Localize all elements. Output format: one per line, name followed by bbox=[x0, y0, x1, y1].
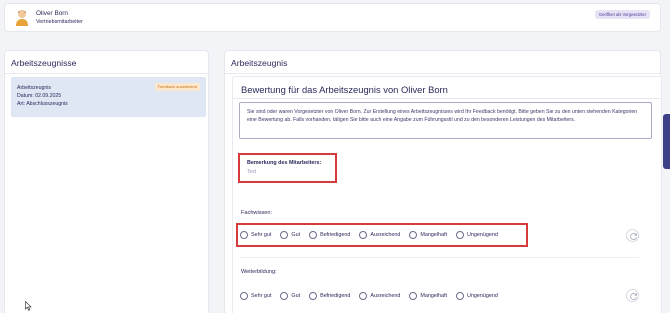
reset-rating-button[interactable] bbox=[626, 229, 639, 242]
section-label-weiterbildung: Weiterbildung: bbox=[241, 269, 277, 275]
divider bbox=[239, 257, 639, 258]
list-item-title: Arbeitszeugnis bbox=[17, 85, 52, 91]
reset-rating-button[interactable] bbox=[626, 289, 639, 302]
info-box: Sie sind oder waren Vorgesetzter von Oli… bbox=[239, 102, 652, 139]
status-badge: Feedback ausstehend bbox=[154, 83, 200, 91]
option-mangelhaft[interactable]: Mangelhaft bbox=[409, 292, 447, 300]
option-gut[interactable]: Gut bbox=[280, 231, 300, 239]
rating-row-fachwissen: Sehr gut Gut Befriedigend Ausreichend Ma… bbox=[236, 223, 528, 247]
option-ungenuegend[interactable]: Ungenügend bbox=[456, 231, 498, 239]
refresh-icon bbox=[630, 233, 637, 240]
mouse-cursor-icon bbox=[25, 298, 32, 313]
section-label-fachwissen: Fachwissen: bbox=[241, 210, 273, 216]
radio-icon[interactable] bbox=[240, 231, 248, 239]
certificate-detail-panel: Arbeitszeugnis Bewertung für das Arbeits… bbox=[224, 50, 662, 313]
remark-value: Test bbox=[247, 169, 257, 175]
radio-icon[interactable] bbox=[409, 292, 418, 300]
header-bar: Oliver Born Vertriebsmitarbeiter Geöffne… bbox=[4, 3, 661, 32]
radio-icon[interactable] bbox=[456, 292, 465, 300]
radio-icon[interactable] bbox=[309, 231, 318, 239]
evaluation-heading: Bewertung für das Arbeitszeugnis von Oli… bbox=[241, 84, 448, 95]
option-ausreichend[interactable]: Ausreichend bbox=[359, 231, 400, 239]
remark-label: Bemerkung des Mitarbeiters: bbox=[247, 160, 322, 166]
refresh-icon bbox=[630, 293, 637, 300]
option-gut[interactable]: Gut bbox=[280, 292, 300, 300]
option-befriedigend[interactable]: Befriedigend bbox=[309, 292, 350, 300]
option-befriedigend[interactable]: Befriedigend bbox=[309, 231, 350, 239]
certificate-list-item[interactable]: Arbeitszeugnis Datum: 02.09.2025 Art: Ab… bbox=[11, 77, 206, 117]
divider bbox=[5, 73, 208, 74]
evaluation-card: Bewertung für das Arbeitszeugnis von Oli… bbox=[232, 76, 662, 313]
divider bbox=[233, 98, 661, 99]
option-ausreichend[interactable]: Ausreichend bbox=[359, 292, 400, 300]
radio-icon[interactable] bbox=[240, 292, 248, 300]
avatar bbox=[15, 9, 29, 26]
list-item-type: Art: Abschlusszeugnis bbox=[17, 101, 68, 107]
radio-icon[interactable] bbox=[409, 231, 418, 239]
radio-icon[interactable] bbox=[359, 231, 368, 239]
radio-icon[interactable] bbox=[456, 231, 465, 239]
list-item-date: Datum: 02.09.2025 bbox=[17, 93, 62, 99]
option-mangelhaft[interactable]: Mangelhaft bbox=[409, 231, 447, 239]
certificates-list-panel: Arbeitszeugnisse Arbeitszeugnis Datum: 0… bbox=[4, 50, 209, 313]
side-feedback-tab[interactable] bbox=[663, 114, 670, 169]
user-role: Vertriebsmitarbeiter bbox=[36, 19, 83, 25]
panel-title: Arbeitszeugnisse bbox=[11, 58, 77, 68]
role-badge: Geöffnet als Vorgesetzter bbox=[594, 10, 650, 19]
option-ungenuegend[interactable]: Ungenügend bbox=[456, 292, 498, 300]
employee-remark-box: Bemerkung des Mitarbeiters: Test bbox=[238, 153, 337, 183]
divider bbox=[225, 73, 660, 74]
radio-icon[interactable] bbox=[309, 292, 318, 300]
option-sehr-gut[interactable]: Sehr gut bbox=[240, 231, 271, 239]
panel-title: Arbeitszeugnis bbox=[231, 58, 288, 68]
option-sehr-gut[interactable]: Sehr gut bbox=[240, 292, 271, 300]
user-name: Oliver Born bbox=[36, 10, 68, 17]
radio-icon[interactable] bbox=[280, 231, 289, 239]
rating-row-weiterbildung: Sehr gut Gut Befriedigend Ausreichend Ma… bbox=[236, 284, 528, 308]
radio-icon[interactable] bbox=[280, 292, 289, 300]
radio-icon[interactable] bbox=[359, 292, 368, 300]
